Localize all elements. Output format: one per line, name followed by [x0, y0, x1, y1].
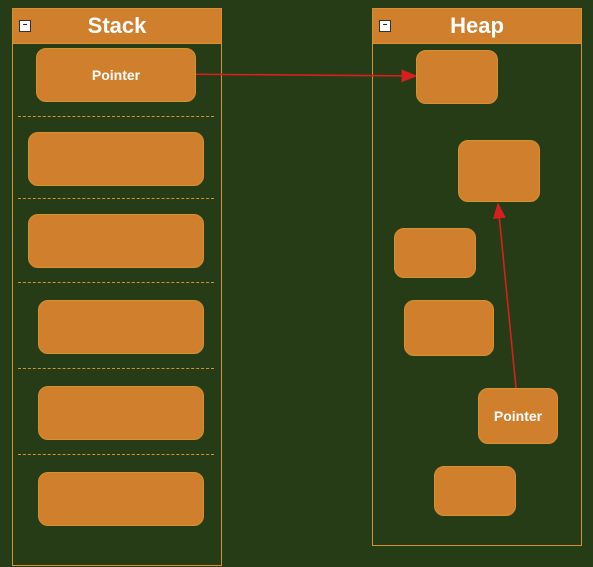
stack-divider-2 [18, 282, 214, 283]
stack-slot-3 [38, 300, 204, 354]
stack-slot-5 [38, 472, 204, 526]
heap-block-2 [394, 228, 476, 278]
heap-block-5 [434, 466, 516, 516]
minus-icon[interactable]: − [19, 20, 31, 32]
stack-slot-4 [38, 386, 204, 440]
stack-divider-3 [18, 368, 214, 369]
stack-divider-4 [18, 454, 214, 455]
stack-title: Stack [88, 13, 147, 38]
stack-slot-2 [28, 214, 204, 268]
heap-block-3 [404, 300, 494, 356]
stack-slot-0-pointer: Pointer [36, 48, 196, 102]
heap-header: − Heap [373, 9, 581, 44]
stack-divider-1 [18, 198, 214, 199]
heap-block-4-pointer: Pointer [478, 388, 558, 444]
heap-block-1 [458, 140, 540, 202]
stack-slot-0-pointer-label: Pointer [92, 67, 140, 83]
heap-block-4-pointer-label: Pointer [494, 408, 542, 424]
stack-slot-1 [28, 132, 204, 186]
stack-divider-0 [18, 116, 214, 117]
minus-icon[interactable]: − [379, 20, 391, 32]
stack-header: − Stack [13, 9, 221, 44]
heap-block-0 [416, 50, 498, 104]
heap-title: Heap [450, 13, 504, 38]
